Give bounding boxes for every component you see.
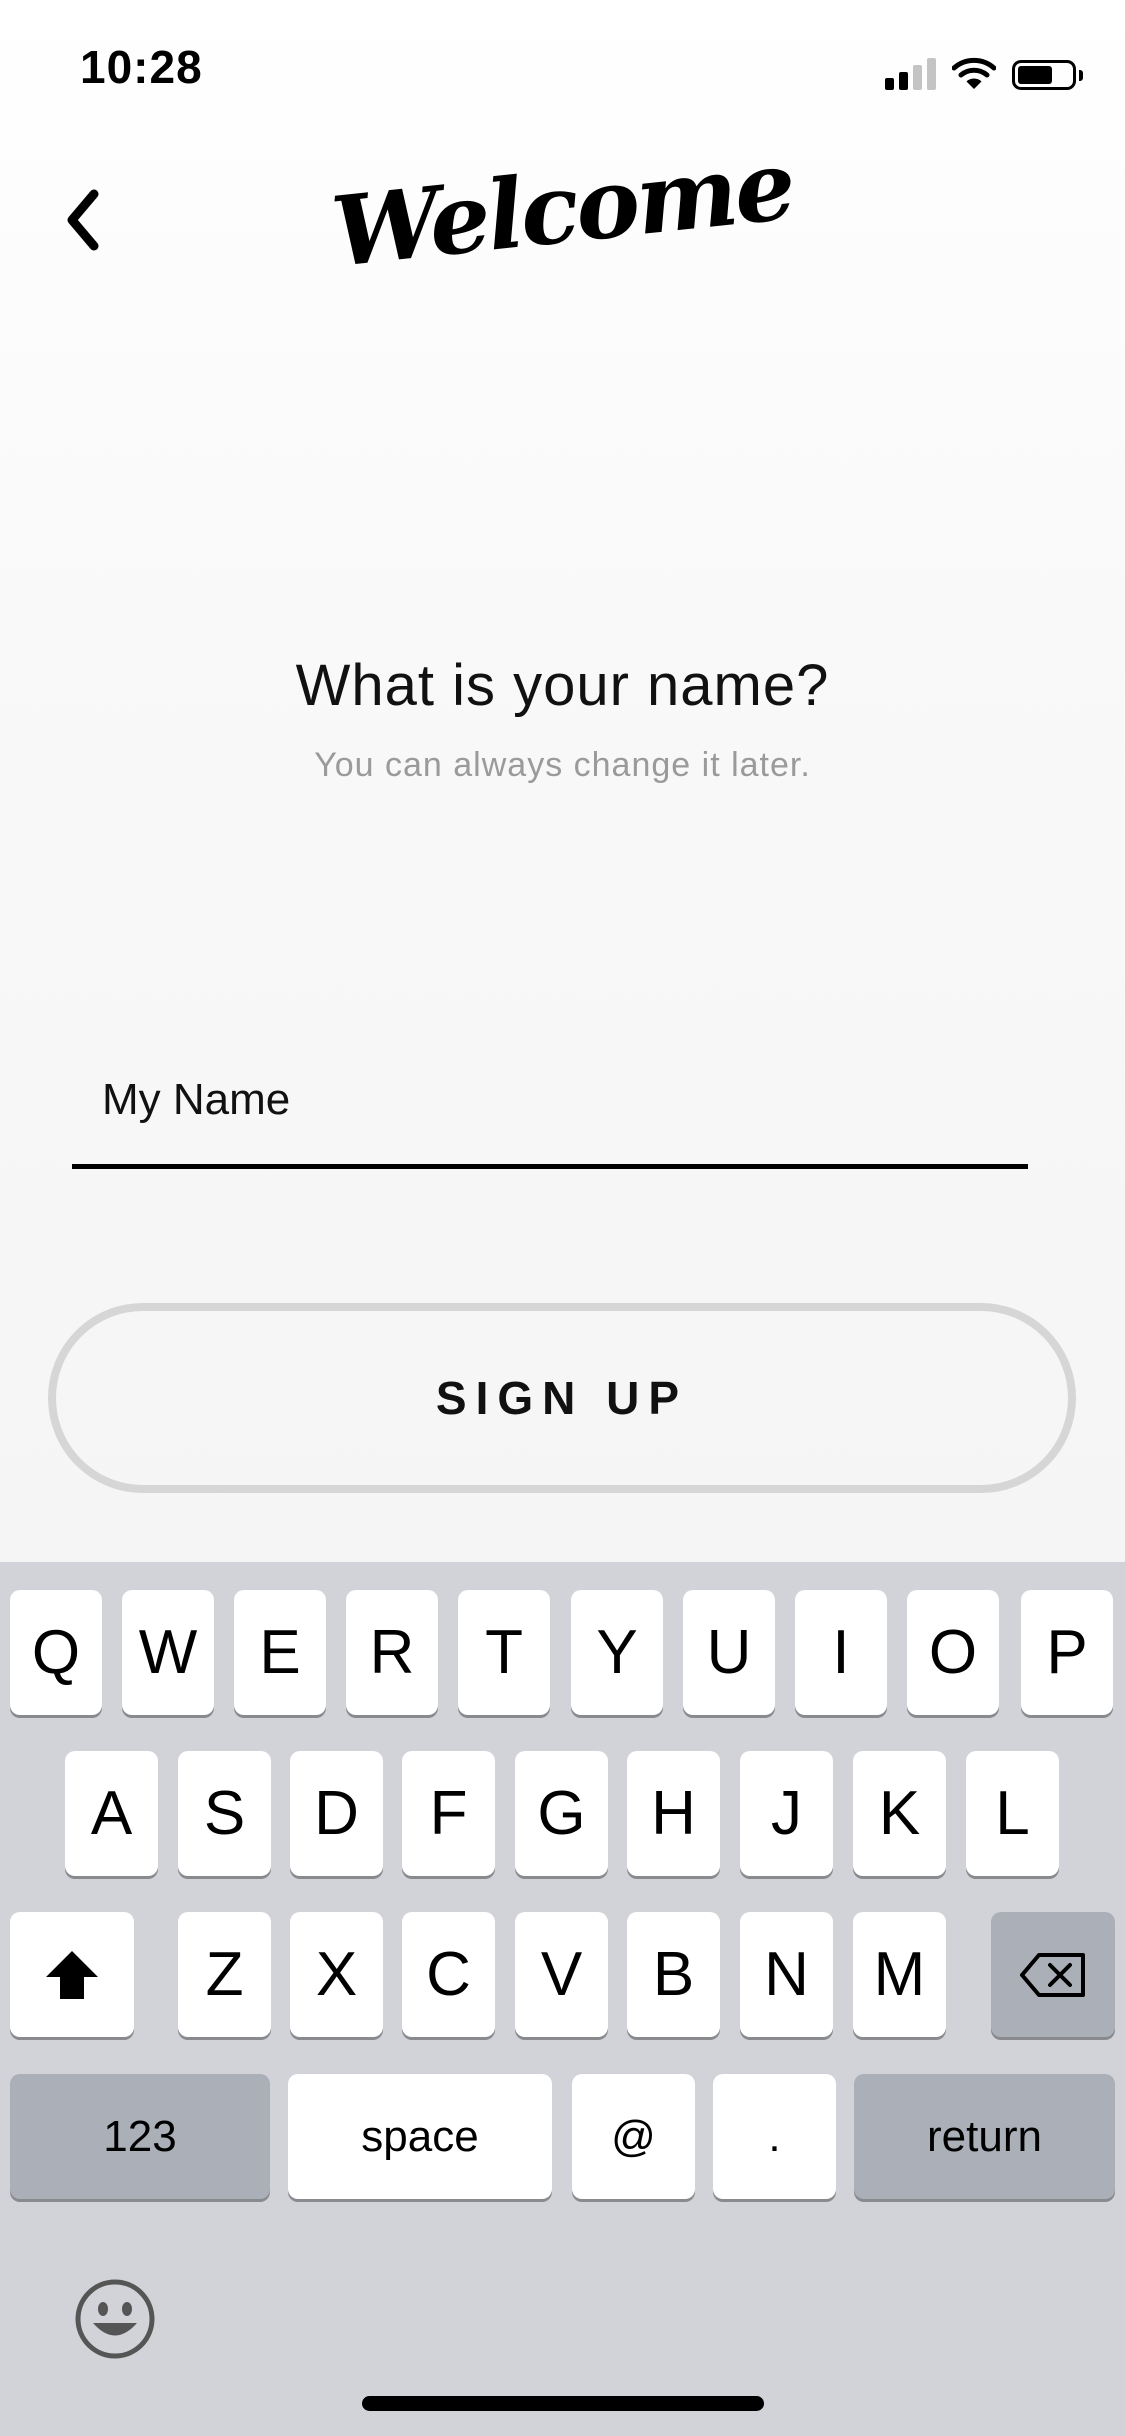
delete-key[interactable] — [991, 1912, 1115, 2037]
at-key[interactable]: @ — [572, 2074, 695, 2199]
key-h[interactable]: H — [627, 1751, 720, 1876]
nav-bar: Welcome — [0, 128, 1125, 290]
status-time: 10:28 — [80, 41, 203, 93]
delete-icon — [1020, 1952, 1085, 1997]
key-t[interactable]: T — [458, 1590, 550, 1715]
key-c[interactable]: C — [402, 1912, 495, 2037]
wifi-icon — [952, 57, 996, 89]
name-field-underline — [72, 1164, 1028, 1169]
key-u[interactable]: U — [683, 1590, 775, 1715]
key-z[interactable]: Z — [178, 1912, 271, 2037]
signal-icon — [885, 56, 936, 90]
status-icons — [885, 50, 1083, 90]
key-f[interactable]: F — [402, 1751, 495, 1876]
shift-icon — [46, 1950, 98, 1999]
space-key[interactable]: space — [288, 2074, 552, 2199]
key-b[interactable]: B — [627, 1912, 720, 2037]
key-s[interactable]: S — [178, 1751, 271, 1876]
key-y[interactable]: Y — [571, 1590, 663, 1715]
name-field — [72, 1040, 1028, 1170]
key-e[interactable]: E — [234, 1590, 326, 1715]
battery-icon — [1012, 60, 1083, 90]
key-w[interactable]: W — [122, 1590, 214, 1715]
sign-up-button[interactable]: SIGN UP — [48, 1303, 1076, 1493]
emoji-button[interactable] — [74, 2278, 156, 2360]
key-r[interactable]: R — [346, 1590, 438, 1715]
key-x[interactable]: X — [290, 1912, 383, 2037]
period-key[interactable]: . — [713, 2074, 836, 2199]
key-m[interactable]: M — [853, 1912, 946, 2037]
key-i[interactable]: I — [795, 1590, 887, 1715]
key-n[interactable]: N — [740, 1912, 833, 2037]
name-question: What is your name? — [295, 653, 830, 718]
key-j[interactable]: J — [740, 1751, 833, 1876]
name-input[interactable] — [102, 1040, 1002, 1160]
name-hint: You can always change it later. — [314, 746, 811, 784]
key-g[interactable]: G — [515, 1751, 608, 1876]
key-v[interactable]: V — [515, 1912, 608, 2037]
key-o[interactable]: O — [907, 1590, 999, 1715]
numbers-key[interactable]: 123 — [10, 2074, 270, 2199]
key-q[interactable]: Q — [10, 1590, 102, 1715]
key-k[interactable]: K — [853, 1751, 946, 1876]
shift-key[interactable] — [10, 1912, 134, 2037]
home-indicator[interactable] — [362, 2396, 764, 2411]
key-p[interactable]: P — [1021, 1590, 1113, 1715]
key-l[interactable]: L — [966, 1751, 1059, 1876]
key-d[interactable]: D — [290, 1751, 383, 1876]
emoji-icon — [75, 2279, 155, 2359]
key-a[interactable]: A — [65, 1751, 158, 1876]
return-key[interactable]: return — [854, 2074, 1115, 2199]
keyboard: Q W E R T Y U I O P A S D F G H J K L Z … — [0, 1562, 1125, 2436]
